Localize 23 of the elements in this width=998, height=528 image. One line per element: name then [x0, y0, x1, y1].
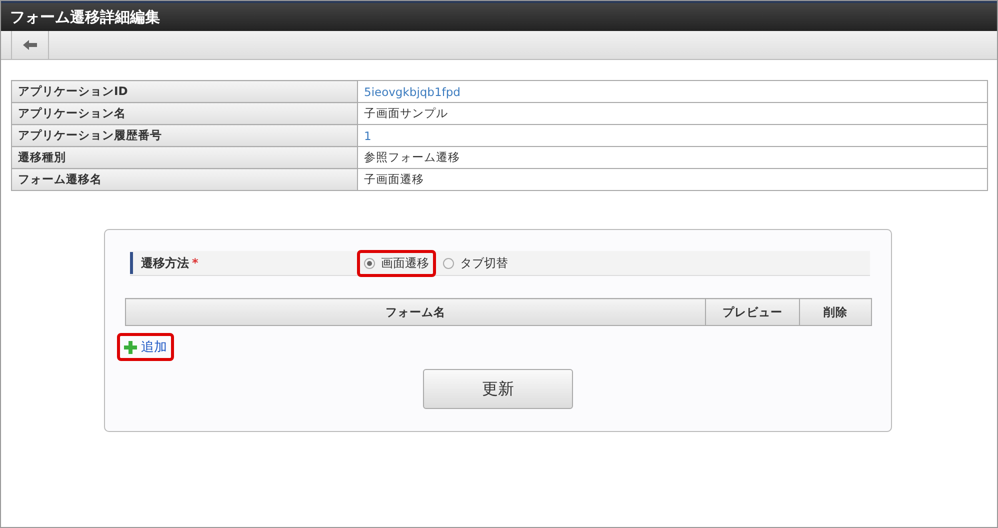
- method-label: 遷移方法: [141, 254, 189, 272]
- plus-icon: [124, 340, 137, 354]
- column-header: 削除: [800, 298, 872, 326]
- field-value: 参照フォーム遷移: [358, 146, 988, 168]
- field-value: 子画面遷移: [358, 168, 988, 190]
- required-mark: *: [192, 256, 198, 270]
- column-header: フォーム名: [126, 298, 706, 326]
- field-label: 遷移種別: [12, 146, 358, 168]
- back-arrow-icon: [23, 40, 37, 50]
- back-button[interactable]: [11, 31, 49, 59]
- column-header: プレビュー: [706, 298, 800, 326]
- field-label: アプリケーション履歴番号: [12, 124, 358, 146]
- update-button[interactable]: 更新: [423, 369, 573, 409]
- field-label: アプリケーションID: [12, 80, 358, 102]
- radio-option[interactable]: 画面遷移: [357, 250, 436, 276]
- field-label: フォーム遷移名: [12, 168, 358, 190]
- add-link[interactable]: 追加: [117, 333, 174, 361]
- radio-button[interactable]: [443, 258, 454, 268]
- field-label: アプリケーション名: [12, 102, 358, 124]
- radio-option[interactable]: タブ切替: [436, 250, 515, 276]
- field-value: 子画面サンプル: [358, 102, 988, 124]
- window-title: フォーム遷移詳細編集: [1, 1, 997, 31]
- radio-button[interactable]: [364, 258, 375, 268]
